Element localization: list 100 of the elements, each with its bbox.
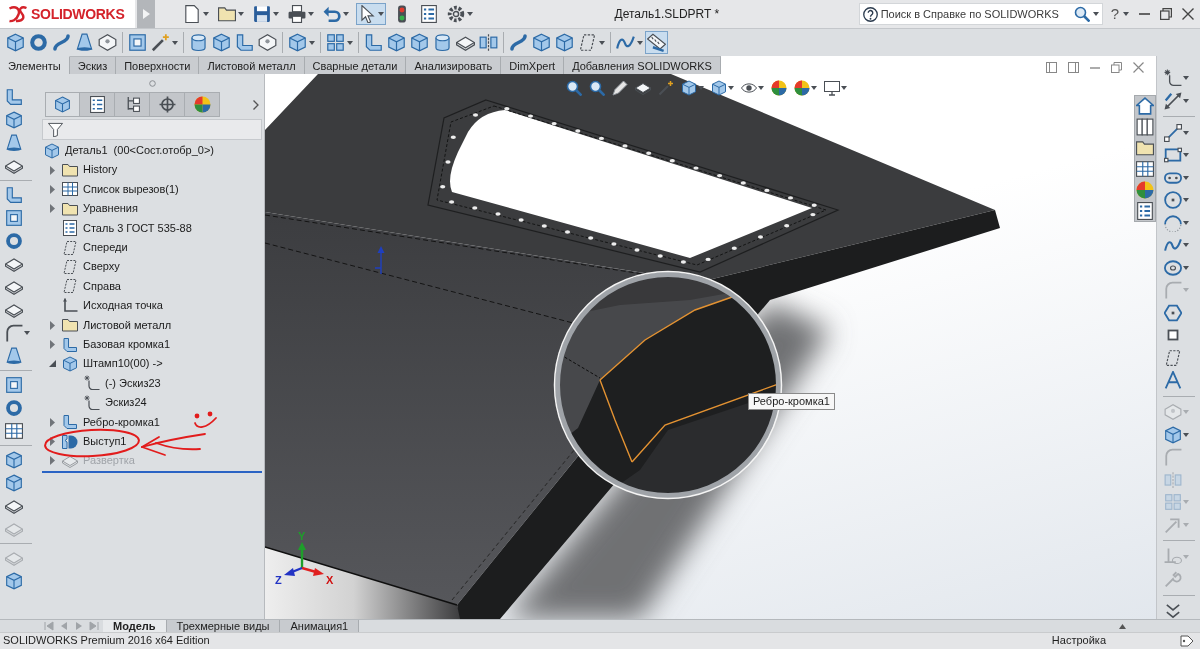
double-chevron-icon[interactable]	[1164, 602, 1182, 620]
tree-item[interactable]: Сверху	[62, 259, 120, 276]
toolbar-button[interactable]	[408, 31, 431, 54]
circle-icon[interactable]	[1164, 191, 1182, 209]
tree-item[interactable]: Список вырезов(1)	[62, 181, 179, 198]
ribbon-tab[interactable]: Эскиз	[69, 56, 117, 74]
house-icon[interactable]	[1136, 97, 1154, 115]
magnifier-icon[interactable]	[589, 80, 605, 96]
dimension-arrow-icon[interactable]	[1164, 91, 1182, 110]
toolbar-button[interactable]	[149, 31, 180, 54]
magnifier-icon[interactable]	[566, 80, 582, 96]
ribbon-tab[interactable]: DimXpert	[501, 56, 565, 74]
plate-icon[interactable]	[5, 255, 23, 273]
table-icon[interactable]	[1136, 160, 1154, 178]
help-button[interactable]: ?	[1108, 5, 1131, 23]
list-icon[interactable]	[1136, 202, 1154, 220]
dashed-plane-icon[interactable]	[1164, 348, 1182, 367]
ring-icon[interactable]	[5, 232, 23, 250]
plate-icon[interactable]	[5, 301, 23, 319]
ribbon-tab[interactable]: Поверхности	[116, 56, 200, 74]
toolbar-button[interactable]	[507, 31, 530, 54]
tree-item[interactable]: Штамп10(00) ->	[62, 356, 163, 372]
book-stack-icon[interactable]	[1136, 118, 1154, 136]
caret-icon[interactable]	[811, 86, 817, 90]
frame-icon[interactable]	[5, 209, 23, 227]
eye-icon[interactable]	[741, 80, 757, 96]
line-segment-icon[interactable]	[1164, 123, 1182, 142]
toolbar-button[interactable]	[418, 3, 440, 25]
caret-icon[interactable]	[1183, 76, 1189, 80]
tree-item[interactable]: Сталь 3 ГОСТ 535-88	[62, 220, 192, 237]
close-icon[interactable]	[1133, 62, 1144, 73]
color-wheel-icon[interactable]	[794, 80, 810, 96]
expand-arrow-icon[interactable]	[49, 165, 55, 175]
tree-item[interactable]: Ребро-кромка1	[62, 414, 160, 431]
toolbar-button[interactable]	[27, 31, 50, 54]
caret-icon[interactable]	[728, 86, 734, 90]
sketch-icon[interactable]	[1164, 69, 1182, 87]
minimize-icon[interactable]	[1090, 66, 1100, 69]
bracket-icon[interactable]	[5, 88, 23, 106]
search-field[interactable]: Поиск в Справке по SOLIDWORKS	[858, 3, 1103, 25]
tree-item[interactable]: Эскиз24	[84, 394, 147, 411]
status-menu[interactable]: Настройка	[1051, 634, 1106, 648]
grip-dot-icon[interactable]	[148, 79, 156, 87]
toolbar-button[interactable]	[210, 31, 233, 54]
ellipse-icon[interactable]	[1164, 258, 1182, 277]
plate-icon[interactable]	[5, 157, 23, 175]
tree-item[interactable]: Листовой металл	[62, 317, 172, 334]
expand-arrow-icon[interactable]	[49, 437, 55, 447]
color-wheel-icon[interactable]	[1136, 181, 1154, 199]
toolbar-button[interactable]	[256, 31, 279, 54]
skip-start-icon[interactable]	[44, 621, 54, 631]
restore-icon[interactable]	[1111, 62, 1122, 73]
expand-arrow-icon[interactable]	[49, 417, 55, 427]
ribbon-tab[interactable]: Добавления SOLIDWORKS	[564, 56, 721, 74]
cube-icon[interactable]	[711, 80, 727, 96]
caret-icon[interactable]	[1183, 175, 1189, 180]
caret-icon[interactable]	[841, 86, 847, 90]
toolbar-button[interactable]	[4, 31, 27, 54]
tree-item[interactable]: Выступ1	[62, 433, 127, 450]
toolbar-button[interactable]	[385, 31, 408, 54]
caret-icon[interactable]	[1183, 198, 1189, 202]
panel-tab[interactable]	[45, 92, 80, 117]
caret-icon[interactable]	[1183, 265, 1189, 270]
caret-icon[interactable]	[1183, 432, 1189, 437]
panel-tab[interactable]	[115, 92, 150, 117]
ribbon-tab[interactable]: Сварные детали	[304, 56, 407, 74]
expand-arrow-icon[interactable]	[49, 184, 55, 194]
chevron-right-icon[interactable]	[253, 99, 259, 110]
caret-icon[interactable]	[1183, 130, 1189, 135]
arc-icon[interactable]	[1164, 213, 1182, 232]
toolbar-button[interactable]	[324, 31, 355, 54]
toolbar-button[interactable]	[553, 31, 576, 54]
spline-icon[interactable]	[1164, 236, 1182, 254]
toolbar-button[interactable]	[126, 31, 149, 54]
ring-icon[interactable]	[5, 399, 23, 417]
filter-field[interactable]	[42, 119, 262, 140]
toolbar-button[interactable]	[477, 31, 500, 54]
caret-icon[interactable]	[1092, 12, 1099, 16]
bottom-tab[interactable]: Модель	[103, 620, 167, 632]
plate-icon[interactable]	[5, 497, 23, 515]
rollback-bar[interactable]	[42, 470, 262, 473]
toolbar-button[interactable]	[286, 3, 316, 25]
tag-icon[interactable]	[1180, 635, 1194, 647]
toolbar-button[interactable]	[96, 31, 119, 54]
toolbar-button[interactable]	[645, 31, 668, 54]
toolbar-button[interactable]	[251, 3, 281, 25]
tree-item[interactable]: Деталь1 (00<Сост.отобр_0>)	[44, 142, 215, 159]
expand-arrow-icon[interactable]	[49, 320, 55, 330]
folder-icon[interactable]	[1136, 139, 1154, 157]
caret-icon[interactable]	[1183, 243, 1189, 247]
tree-item[interactable]: Спереди	[62, 239, 128, 256]
panel-tab[interactable]	[185, 92, 220, 117]
ribbon-tab[interactable]: Анализировать	[406, 56, 502, 74]
toolbar-button[interactable]	[50, 31, 73, 54]
rounded-corner-icon[interactable]	[5, 324, 23, 342]
bottom-tab[interactable]: Анимация1	[280, 620, 360, 632]
pencil-icon[interactable]	[612, 80, 628, 96]
wand-icon[interactable]	[658, 80, 674, 96]
plate-icon[interactable]	[635, 80, 651, 96]
bottom-tab[interactable]: Трехмерные виды	[166, 620, 281, 632]
